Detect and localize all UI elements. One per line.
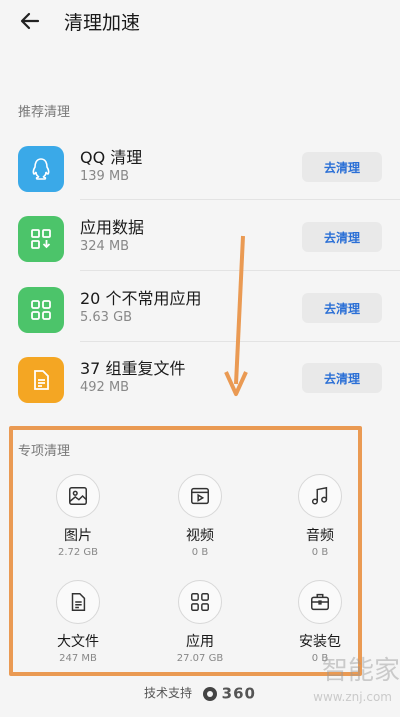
special-item-name: 视频 xyxy=(186,528,214,544)
special-item-large-files[interactable]: 大文件 247 MB xyxy=(28,580,128,664)
watermark: 智能家 www.znj.com xyxy=(290,650,400,710)
special-section-label: 专项清理 xyxy=(18,444,71,459)
special-item-name: 图片 xyxy=(64,528,92,544)
recommend-section-label: 推荐清理 xyxy=(18,105,71,120)
music-icon xyxy=(298,474,342,518)
package-icon xyxy=(298,580,342,624)
clean-button[interactable]: 去清理 xyxy=(302,363,382,393)
clean-button[interactable]: 去清理 xyxy=(302,152,382,182)
watermark-url: www.znj.com xyxy=(313,690,392,704)
footer-support-text: 技术支持 xyxy=(144,686,193,700)
apps-grid-icon xyxy=(178,580,222,624)
recommend-item-duplicate-files[interactable]: 37 组重复文件 492 MB 去清理 xyxy=(0,349,400,419)
recommend-item-name: 37 组重复文件 xyxy=(80,359,186,378)
recommend-item-name: QQ 清理 xyxy=(80,148,143,167)
recommend-item-name: 20 个不常用应用 xyxy=(80,289,202,308)
recommend-item-size: 324 MB xyxy=(80,239,130,254)
recommend-item-size: 139 MB xyxy=(80,169,130,184)
special-item-size: 27.07 GB xyxy=(176,653,224,664)
special-item-images[interactable]: 图片 2.72 GB xyxy=(28,474,128,558)
recommend-item-size: 492 MB xyxy=(80,380,130,395)
brand-logo-icon xyxy=(202,686,217,701)
special-item-name: 安装包 xyxy=(299,634,341,650)
page-title: 清理加速 xyxy=(64,12,141,34)
recommend-item-size: 5.63 GB xyxy=(80,310,133,325)
divider xyxy=(80,199,400,200)
divider xyxy=(80,270,400,271)
image-icon xyxy=(56,474,100,518)
document-icon xyxy=(56,580,100,624)
recommend-item-qq[interactable]: QQ 清理 139 MB 去清理 xyxy=(0,138,400,208)
special-item-name: 音频 xyxy=(306,528,334,544)
special-item-size: 0 B xyxy=(311,547,329,558)
app-data-icon xyxy=(18,216,64,262)
special-item-videos[interactable]: 视频 0 B xyxy=(150,474,250,558)
header-bar: 清理加速 xyxy=(0,0,400,46)
recommend-item-name: 应用数据 xyxy=(80,218,145,237)
watermark-text: 智能家 xyxy=(321,656,400,686)
brand-name: 360 xyxy=(221,684,256,703)
video-icon xyxy=(178,474,222,518)
back-arrow-icon[interactable] xyxy=(18,9,42,33)
special-item-size: 247 MB xyxy=(59,653,97,664)
duplicate-file-icon xyxy=(18,357,64,403)
special-item-name: 大文件 xyxy=(57,634,99,650)
clean-button[interactable]: 去清理 xyxy=(302,222,382,252)
qq-icon xyxy=(18,146,64,192)
special-item-audio[interactable]: 音频 0 B xyxy=(270,474,370,558)
special-item-size: 0 B xyxy=(191,547,209,558)
clean-button[interactable]: 去清理 xyxy=(302,293,382,323)
apps-grid-icon xyxy=(18,287,64,333)
recommend-item-app-data[interactable]: 应用数据 324 MB 去清理 xyxy=(0,208,400,278)
divider xyxy=(80,341,400,342)
special-item-apps[interactable]: 应用 27.07 GB xyxy=(150,580,250,664)
special-item-size: 2.72 GB xyxy=(57,547,99,558)
special-item-name: 应用 xyxy=(186,634,214,650)
recommend-item-unused-apps[interactable]: 20 个不常用应用 5.63 GB 去清理 xyxy=(0,279,400,349)
